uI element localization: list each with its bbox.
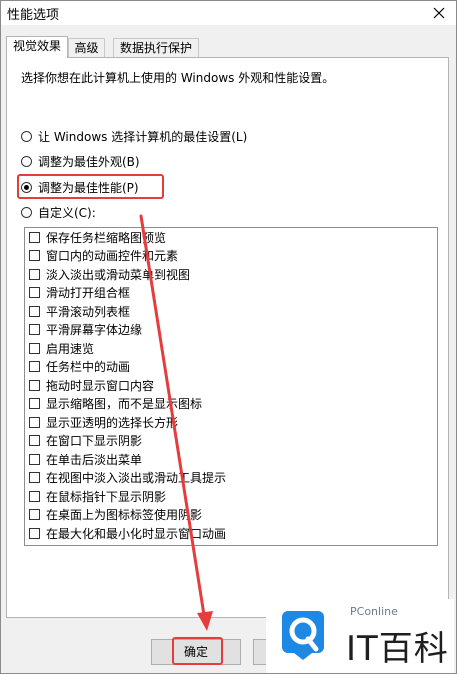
list-item[interactable]: 在单击后淡出菜单 — [29, 450, 142, 468]
checkbox-label: 在窗口下显示阴影 — [46, 434, 143, 448]
checkbox[interactable] — [29, 527, 40, 539]
highlight-box-ok-button — [172, 637, 223, 665]
tab-bar: 视觉效果 高级 数据执行保护 — [1, 36, 456, 58]
checkbox[interactable] — [29, 416, 40, 428]
checkbox-label: 在单击后淡出菜单 — [46, 452, 143, 467]
performance-options-window: 性能选项 视觉效果 高级 数据执行保护 选择你想在此计算机上使用的 Window… — [0, 0, 457, 674]
checkbox[interactable] — [29, 342, 40, 354]
checkbox[interactable] — [29, 361, 40, 372]
checkbox-label: 保存任务栏缩略图预览 — [46, 230, 167, 245]
close-button[interactable] — [422, 1, 456, 25]
watermark-brand-big: IT百科 — [346, 629, 449, 669]
radio-button[interactable] — [21, 155, 32, 167]
pconline-watermark: PConline IT百科 — [266, 599, 454, 673]
checkbox[interactable] — [29, 305, 40, 317]
tab-data-execution-prevention[interactable]: 数据执行保护 — [113, 38, 199, 57]
checkbox[interactable] — [29, 379, 40, 391]
checkbox[interactable] — [29, 287, 40, 298]
radio-best-appearance[interactable]: 调整为最佳外观(B) — [21, 152, 140, 170]
list-item[interactable]: 在视图中淡入淡出或滑动工具提示 — [29, 469, 226, 487]
checkbox-label: 任务栏中的动画 — [46, 360, 131, 374]
visual-effects-list[interactable]: 保存任务栏缩略图预览 窗口内的动画控件和元素 淡入淡出或滑动菜单到视图 滑动打开… — [24, 227, 438, 546]
checkbox-label: 在桌面上为图标标签使用阴影 — [46, 508, 203, 522]
list-item[interactable]: 滑动打开组合框 — [29, 284, 130, 302]
highlight-box-best-performance — [17, 174, 164, 199]
list-item[interactable]: 显示亚透明的选择长方形 — [29, 413, 178, 431]
checkbox-label: 窗口内的动画控件和元素 — [46, 249, 179, 263]
list-item[interactable]: 在窗口下显示阴影 — [29, 432, 142, 450]
checkbox-label: 拖动时显示窗口内容 — [46, 378, 155, 393]
title-bar: 性能选项 — [1, 1, 456, 25]
checkbox-label: 在鼠标指针下显示阴影 — [46, 489, 167, 504]
checkbox-label: 滑动打开组合框 — [46, 286, 131, 300]
checkbox[interactable] — [29, 453, 40, 465]
list-item[interactable]: 淡入淡出或滑动菜单到视图 — [29, 265, 190, 283]
checkbox-label: 启用速览 — [46, 341, 95, 356]
list-item[interactable]: 在最大化和最小化时显示窗口动画 — [29, 524, 226, 542]
checkbox-label: 显示亚透明的选择长方形 — [46, 415, 179, 430]
window-title: 性能选项 — [7, 8, 60, 23]
checkbox-label: 在最大化和最小化时显示窗口动画 — [46, 526, 227, 541]
checkbox[interactable] — [29, 490, 40, 502]
checkbox[interactable] — [29, 268, 40, 280]
tab-visual-effects[interactable]: 视觉效果 — [6, 36, 68, 58]
radio-button[interactable] — [21, 130, 32, 142]
list-item[interactable]: 保存任务栏缩略图预览 — [29, 228, 166, 246]
radio-label: 调整为最佳外观(B) — [38, 154, 140, 169]
list-item[interactable]: 平滑滚动列表框 — [29, 302, 130, 320]
list-item[interactable]: 平滑屏幕字体边缘 — [29, 321, 142, 339]
pconline-logo-icon — [282, 611, 324, 660]
list-item[interactable]: 显示缩略图，而不是显示图标 — [29, 395, 202, 413]
radio-let-windows-choose[interactable]: 让 Windows 选择计算机的最佳设置(L) — [21, 127, 247, 145]
checkbox-label: 显示缩略图，而不是显示图标 — [46, 397, 203, 411]
watermark-brand-small: PConline — [350, 605, 398, 618]
checkbox[interactable] — [29, 250, 40, 261]
close-icon — [433, 7, 445, 19]
list-item[interactable]: 在桌面上为图标标签使用阴影 — [29, 506, 202, 524]
visual-effects-panel: 选择你想在此计算机上使用的 Windows 外观和性能设置。 让 Windows… — [6, 57, 449, 618]
radio-custom[interactable]: 自定义(C): — [21, 203, 96, 221]
checkbox[interactable] — [29, 231, 40, 243]
list-item[interactable]: 任务栏中的动画 — [29, 358, 130, 376]
list-item[interactable]: 启用速览 — [29, 339, 94, 357]
checkbox[interactable] — [29, 324, 40, 335]
checkbox-label: 平滑滚动列表框 — [46, 304, 131, 319]
list-item[interactable]: 拖动时显示窗口内容 — [29, 376, 154, 394]
panel-description: 选择你想在此计算机上使用的 Windows 外观和性能设置。 — [21, 71, 335, 85]
checkbox[interactable] — [29, 435, 40, 446]
checkbox[interactable] — [29, 398, 40, 409]
list-item[interactable]: 窗口内的动画控件和元素 — [29, 247, 178, 265]
checkbox-label: 平滑屏幕字体边缘 — [46, 323, 143, 337]
list-item[interactable]: 在鼠标指针下显示阴影 — [29, 487, 166, 505]
checkbox-label: 在视图中淡入淡出或滑动工具提示 — [46, 471, 227, 485]
radio-label: 让 Windows 选择计算机的最佳设置(L) — [38, 129, 248, 144]
tab-advanced[interactable]: 高级 — [68, 38, 105, 57]
checkbox-label: 淡入淡出或滑动菜单到视图 — [46, 267, 191, 282]
checkbox[interactable] — [29, 509, 40, 520]
checkbox[interactable] — [29, 472, 40, 483]
radio-button[interactable] — [21, 206, 32, 218]
radio-label: 自定义(C): — [38, 205, 96, 220]
